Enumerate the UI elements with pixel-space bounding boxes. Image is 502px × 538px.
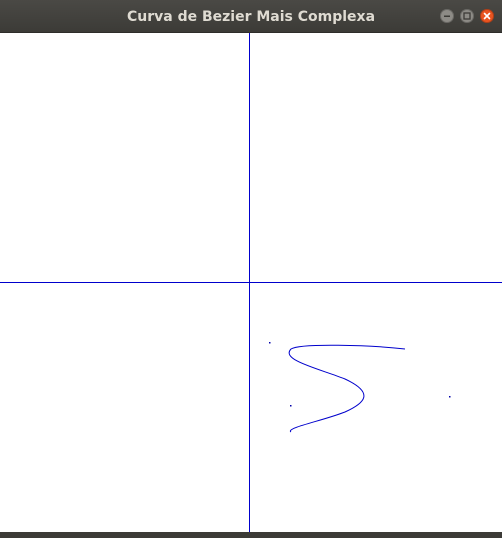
- minimize-button[interactable]: [440, 9, 454, 23]
- control-point: [449, 396, 451, 398]
- close-icon: [483, 12, 491, 20]
- control-point: [269, 342, 271, 344]
- window-bottom-border: [0, 532, 502, 538]
- window-controls: [440, 9, 494, 23]
- control-point: [290, 405, 292, 407]
- window-title: Curva de Bezier Mais Complexa: [126, 9, 376, 25]
- bezier-plot: [0, 33, 502, 532]
- bezier-curve: [288, 344, 406, 433]
- app-window: Curva de Bezier Mais Complexa: [0, 0, 502, 538]
- drawing-canvas[interactable]: [0, 33, 502, 532]
- close-button[interactable]: [480, 9, 494, 23]
- minimize-icon: [444, 15, 450, 17]
- maximize-button[interactable]: [460, 9, 474, 23]
- maximize-icon: [463, 12, 471, 20]
- title-bar[interactable]: Curva de Bezier Mais Complexa: [0, 0, 502, 33]
